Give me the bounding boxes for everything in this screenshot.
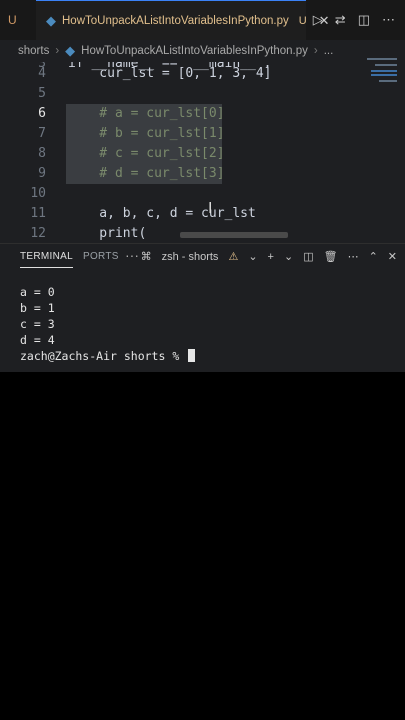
breadcrumb-more[interactable]: ... [324, 45, 334, 57]
line-number: 8 [38, 146, 46, 161]
minimap-line [379, 80, 397, 82]
code-line-selected: 8 # c = cur_lst[2] [0, 144, 405, 164]
active-tab-title: HowToUnpackAListIntoVariablesInPython.py [62, 14, 289, 27]
tab-bar: U ◆ HowToUnpackAListIntoVariablesInPytho… [0, 0, 405, 41]
compare-changes-icon[interactable]: ⇄ [335, 12, 346, 28]
line-text: print( [68, 226, 147, 241]
line-number: 10 [30, 186, 46, 201]
tab-terminal[interactable]: TERMINAL [20, 251, 73, 268]
code-line-selected: 7 # b = cur_lst[1] [0, 124, 405, 144]
terminal-output[interactable]: a = 0 b = 1 c = 3 d = 4 zach@Zachs-Air short… [20, 284, 196, 364]
split-terminal-icon[interactable]: ◫ [303, 250, 313, 263]
line-text: a, b, c, d = cur_lst [68, 206, 256, 221]
line-text: # a = cur_lst[0] [68, 106, 225, 121]
line-number: 6 [38, 106, 46, 121]
new-terminal-icon[interactable]: + [268, 251, 274, 263]
split-editor-icon[interactable]: ◫ [358, 12, 370, 28]
chevron-down-icon[interactable]: ⌄ [284, 250, 293, 263]
python-file-icon: ◆ [65, 43, 76, 58]
line-number: 4 [38, 66, 46, 81]
code-line-selected: 9 # d = cur_lst[3] [0, 164, 405, 184]
minimap-line [371, 70, 397, 72]
chevron-up-icon[interactable]: ⌃ [369, 250, 378, 263]
trash-icon[interactable]: 🗑 [324, 250, 338, 263]
terminal-prompt: zach@Zachs-Air shorts % [20, 349, 187, 363]
text-cursor-icon: I [208, 200, 213, 217]
minimap[interactable] [361, 56, 397, 116]
line-number: 7 [38, 126, 46, 141]
code-editor[interactable]: 3 if __name__ == "__main__": 4 cur_lst =… [0, 62, 405, 242]
terminal-line: c = 3 [20, 317, 55, 331]
more-actions-icon[interactable]: ⋯ [348, 250, 359, 263]
code-line: 10 [0, 184, 405, 204]
close-icon[interactable]: ✕ [388, 250, 397, 263]
line-number: 9 [38, 166, 46, 181]
chevron-right-icon: › [313, 45, 318, 57]
terminal-prompt-line: zach@Zachs-Air shorts % [20, 348, 196, 364]
line-number: 12 [30, 226, 46, 241]
panel-more-icon[interactable]: ··· [125, 247, 139, 263]
breadcrumb-file[interactable]: HowToUnpackAListIntoVariablesInPython.py [81, 45, 308, 57]
code-line: 11 a, b, c, d = cur_lst [0, 204, 405, 224]
terminal-shell-icon: ⌘ [140, 251, 152, 263]
editor-actions: ▷ ⇄ ◫ ⋯ [313, 0, 405, 40]
vscode-window: U ◆ HowToUnpackAListIntoVariablesInPytho… [0, 0, 405, 372]
code-line-selected: 6 # a = cur_lst[0] [0, 104, 405, 124]
code-line: 4 cur_lst = [0, 1, 3, 4] [0, 64, 405, 84]
line-number: 5 [38, 86, 46, 101]
minimap-line [375, 64, 397, 66]
line-text: # b = cur_lst[1] [68, 126, 225, 141]
screen: U ◆ HowToUnpackAListIntoVariablesInPytho… [0, 0, 405, 720]
minimap-line [371, 74, 397, 76]
previous-tab-status: U [8, 13, 17, 27]
terminal-line: a = 0 [20, 285, 55, 299]
terminal-controls: ⌘ zsh - shorts ⚠ ⌄ + ⌄ ◫ 🗑 ⋯ ⌃ ✕ [140, 250, 397, 264]
horizontal-scrollbar[interactable] [180, 232, 288, 238]
breadcrumb: shorts › ◆ HowToUnpackAListIntoVariables… [0, 40, 405, 62]
line-text: # c = cur_lst[2] [68, 146, 225, 161]
run-icon[interactable]: ▷ [313, 12, 323, 28]
line-text: cur_lst = [0, 1, 3, 4] [68, 66, 272, 81]
line-text: # d = cur_lst[3] [68, 166, 225, 181]
untracked-status-badge: U [298, 14, 307, 27]
chevron-down-icon[interactable]: ⌄ [248, 250, 257, 263]
terminal-caret [188, 349, 196, 362]
minimap-line [367, 58, 397, 60]
terminal-line: b = 1 [20, 301, 55, 315]
python-file-icon: ◆ [46, 12, 56, 28]
warning-icon[interactable]: ⚠ [228, 250, 238, 263]
previous-tab[interactable]: U [0, 0, 36, 40]
more-actions-icon[interactable]: ⋯ [382, 12, 395, 28]
panel-tabs: TERMINAL PORTS ··· ⌘ zsh - shorts ⚠ ⌄ + … [0, 244, 405, 272]
breadcrumb-folder[interactable]: shorts [18, 45, 49, 57]
chevron-right-icon: › [55, 45, 60, 57]
bottom-panel: TERMINAL PORTS ··· ⌘ zsh - shorts ⚠ ⌄ + … [0, 243, 405, 372]
active-editor-tab[interactable]: ◆ HowToUnpackAListIntoVariablesInPython.… [36, 0, 330, 40]
line-text [68, 184, 99, 204]
tab-ports[interactable]: PORTS [83, 251, 119, 262]
terminal-line: d = 4 [20, 333, 55, 347]
terminal-shell-label[interactable]: zsh - shorts [162, 251, 219, 263]
line-number: 11 [30, 206, 46, 221]
code-line: 5 [0, 84, 405, 104]
